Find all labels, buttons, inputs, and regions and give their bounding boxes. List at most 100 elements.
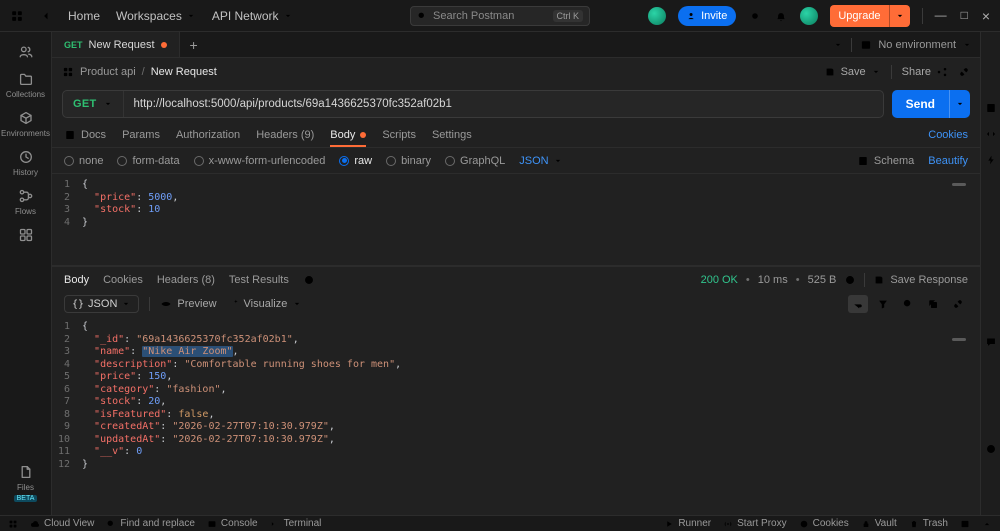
code-line[interactable]: 4}	[52, 217, 980, 230]
cloud-view-button[interactable]: Cloud View	[30, 518, 94, 529]
editor-scrollbar[interactable]	[952, 338, 966, 341]
status-badge[interactable]: 200 OK	[701, 274, 738, 286]
method-selector[interactable]: GET	[63, 91, 124, 117]
request-body-editor[interactable]: 1{2 "price": 5000,3 "stock": 104}	[52, 174, 980, 266]
wrap-text-button[interactable]	[848, 295, 868, 313]
response-tab-body[interactable]: Body	[64, 274, 89, 286]
upgrade-button[interactable]: Upgrade	[830, 5, 909, 27]
link-button[interactable]	[958, 66, 970, 78]
code-line[interactable]: 6 "category": "fashion",	[52, 384, 980, 397]
lightning-icon[interactable]	[985, 154, 997, 166]
user-avatar[interactable]	[800, 7, 818, 25]
tab-settings[interactable]: Settings	[432, 122, 472, 147]
back-icon[interactable]	[40, 10, 52, 22]
sidebar-item-flows[interactable]: Flows	[0, 182, 51, 221]
agent-status-icon[interactable]	[648, 7, 666, 25]
tab-authorization[interactable]: Authorization	[176, 122, 240, 147]
response-time[interactable]: 10 ms	[758, 274, 788, 286]
settings-gear-icon[interactable]	[748, 9, 762, 23]
sidebar-item-files[interactable]: Files BETA	[0, 458, 51, 507]
code-line[interactable]: 9 "createdAt": "2026-02-27T07:10:30.979Z…	[52, 421, 980, 434]
sidebar-item-collections[interactable]: Collections	[0, 65, 51, 104]
response-format-selector[interactable]: {} JSON	[64, 295, 139, 313]
search-response-button[interactable]	[898, 295, 918, 313]
schema-button[interactable]: Schema	[857, 155, 914, 167]
nav-workspaces[interactable]: Workspaces	[116, 9, 196, 23]
editor-scrollbar[interactable]	[952, 183, 966, 186]
tab-scripts[interactable]: Scripts	[382, 122, 416, 147]
sidebar-item-environments[interactable]: Environments	[0, 104, 51, 143]
sidebar-item-history[interactable]: History	[0, 143, 51, 182]
mode-form-data[interactable]: form-data	[117, 155, 179, 167]
mode-raw[interactable]: raw	[339, 155, 372, 167]
code-line[interactable]: 5 "price": 150,	[52, 371, 980, 384]
find-and-replace-button[interactable]: Find and replace	[106, 518, 195, 529]
response-history-icon[interactable]	[303, 274, 315, 286]
tab-body[interactable]: Body	[330, 122, 366, 147]
info-icon[interactable]	[985, 443, 997, 455]
filter-button[interactable]	[873, 295, 893, 313]
environment-selector[interactable]: No environment	[860, 39, 972, 51]
code-line[interactable]: 2 "price": 5000,	[52, 192, 980, 205]
close-button[interactable]: ×	[982, 8, 990, 24]
start-proxy-button[interactable]: Start Proxy	[723, 518, 786, 529]
code-line[interactable]: 3 "stock": 10	[52, 204, 980, 217]
nav-api-network[interactable]: API Network	[212, 9, 293, 23]
code-line[interactable]: 10 "updatedAt": "2026-02-27T07:10:30.979…	[52, 434, 980, 447]
code-line[interactable]: 11 "__v": 0	[52, 446, 980, 459]
notifications-bell-icon[interactable]	[774, 9, 788, 23]
code-line[interactable]: 4 "description": "Comfortable running sh…	[52, 359, 980, 372]
response-tab-cookies[interactable]: Cookies	[103, 274, 143, 286]
link-button[interactable]	[948, 295, 968, 313]
tab-docs[interactable]: Docs	[64, 122, 106, 147]
two-pane-view-button[interactable]	[960, 519, 970, 529]
new-tab-button[interactable]: +	[180, 32, 208, 57]
breadcrumb-collection[interactable]: Product api	[80, 66, 136, 78]
trash-button[interactable]: Trash	[909, 518, 948, 529]
copy-button[interactable]	[923, 295, 943, 313]
response-tab-headers[interactable]: Headers (8)	[157, 274, 215, 286]
tab-headers[interactable]: Headers (9)	[256, 122, 314, 147]
response-size[interactable]: 525 B	[808, 274, 837, 286]
invite-button[interactable]: Invite	[678, 6, 736, 26]
code-line[interactable]: 7 "stock": 20,	[52, 396, 980, 409]
visualize-button[interactable]: Visualize	[227, 298, 303, 310]
console-button[interactable]: Console	[207, 518, 258, 529]
mode-graphql[interactable]: GraphQL	[445, 155, 505, 167]
url-input[interactable]: http://localhost:5000/api/products/69a14…	[124, 98, 462, 110]
sidebar-item-workspace[interactable]	[0, 38, 51, 65]
mode-binary[interactable]: binary	[386, 155, 431, 167]
code-line[interactable]: 12}	[52, 459, 980, 472]
globe-icon[interactable]	[844, 274, 856, 286]
expand-button[interactable]	[982, 519, 992, 529]
code-line[interactable]: 2 "_id": "69a1436625370fc352af02b1",	[52, 334, 980, 347]
tab-params[interactable]: Params	[122, 122, 160, 147]
save-button[interactable]: Save	[824, 66, 881, 78]
panel-toggle-button[interactable]	[8, 519, 18, 529]
mode-x-www-form-urlencoded[interactable]: x-www-form-urlencoded	[194, 155, 326, 167]
terminal-button[interactable]: Terminal	[270, 518, 322, 529]
cookies-link[interactable]: Cookies	[928, 122, 968, 147]
preview-button[interactable]: Preview	[160, 298, 216, 310]
response-tab-test-results[interactable]: Test Results	[229, 274, 289, 286]
response-body-editor[interactable]: 1{2 "_id": "69a1436625370fc352af02b1",3 …	[52, 316, 980, 515]
nav-home[interactable]: Home	[68, 9, 100, 23]
app-menu-icon[interactable]	[10, 9, 24, 23]
code-line[interactable]: 1{	[52, 321, 980, 334]
comment-icon[interactable]	[985, 336, 997, 348]
share-button[interactable]: Share	[902, 66, 948, 78]
beautify-link[interactable]: Beautify	[928, 155, 968, 167]
vault-button[interactable]: Vault	[861, 518, 897, 529]
cookies-button[interactable]: Cookies	[799, 518, 849, 529]
minimize-button[interactable]: —	[935, 8, 947, 24]
documentation-icon[interactable]	[985, 102, 997, 114]
send-button[interactable]: Send	[892, 90, 970, 118]
global-search-input[interactable]: Search Postman Ctrl K	[410, 6, 590, 26]
tab-overflow-chevron-icon[interactable]	[833, 40, 843, 50]
code-line[interactable]: 1{	[52, 179, 980, 192]
sidebar-item-apis[interactable]	[0, 221, 51, 248]
mode-none[interactable]: none	[64, 155, 103, 167]
runner-button[interactable]: Runner	[664, 518, 711, 529]
code-line[interactable]: 8 "isFeatured": false,	[52, 409, 980, 422]
save-response-button[interactable]: Save Response	[873, 274, 968, 286]
